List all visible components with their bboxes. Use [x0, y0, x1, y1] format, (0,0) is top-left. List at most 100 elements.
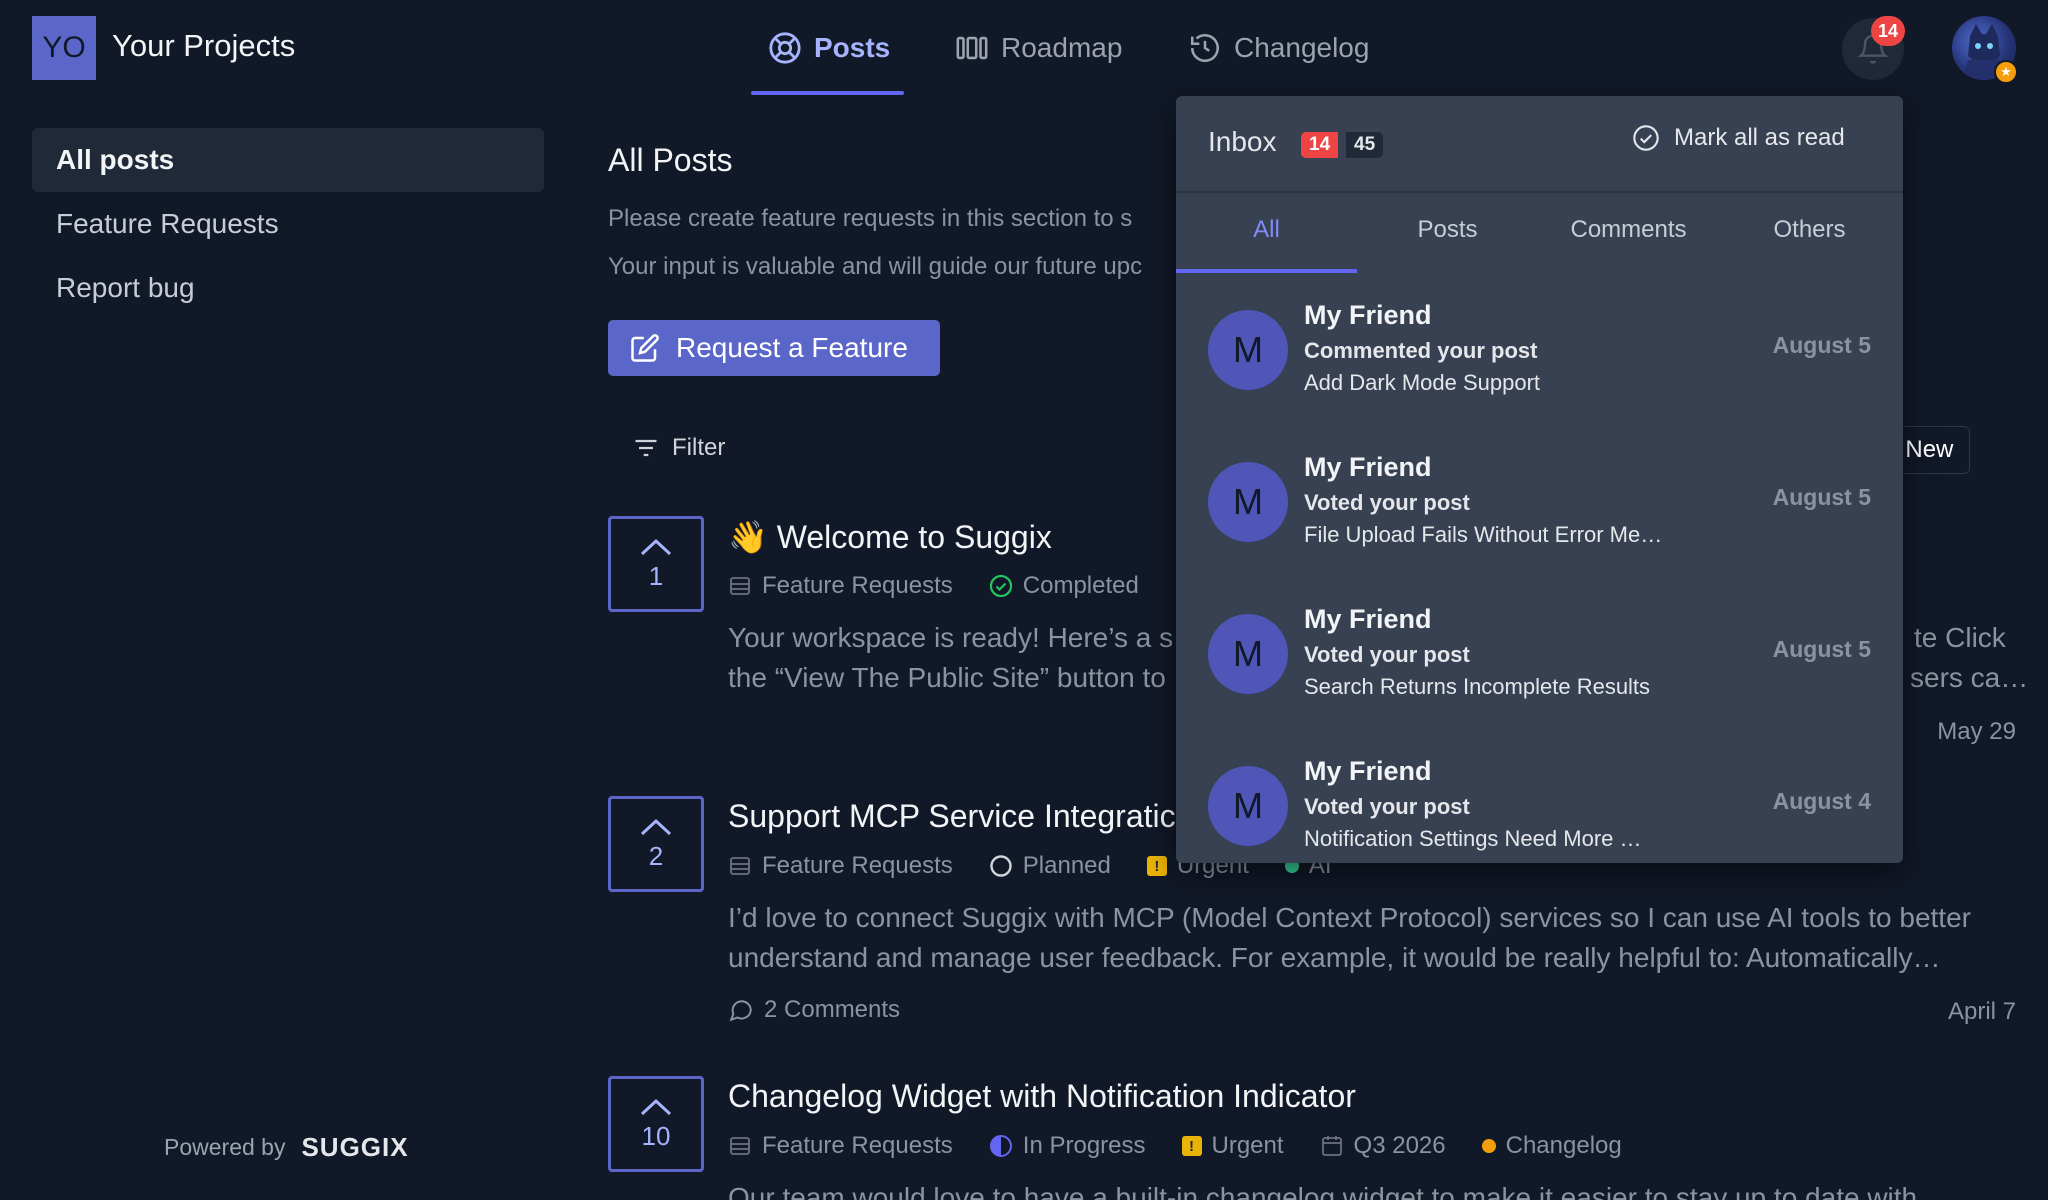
project-logo[interactable]: YO	[32, 16, 96, 80]
post-title[interactable]: Changelog Widget with Notification Indic…	[728, 1078, 1356, 1115]
notification-item[interactable]: M My Friend Commented your post Add Dark…	[1176, 276, 1903, 428]
post-comments[interactable]: 2 Comments	[728, 996, 900, 1024]
notification-author: My Friend	[1304, 756, 1432, 786]
notification-action: Voted your post	[1304, 794, 1470, 819]
post-board[interactable]: Feature Requests	[728, 572, 953, 600]
sidebar-item-report-bug[interactable]: Report bug	[32, 256, 544, 320]
avatar: M	[1208, 310, 1288, 390]
sidebar-item-all-posts[interactable]: All posts	[32, 128, 544, 192]
board-icon	[728, 854, 752, 878]
avatar: M	[1208, 462, 1288, 542]
notification-item[interactable]: M My Friend Voted your post Search Retur…	[1176, 580, 1903, 732]
chevron-up-icon	[639, 1097, 673, 1117]
notification-action: Voted your post	[1304, 642, 1470, 667]
inbox-tab-all[interactable]: All	[1176, 216, 1357, 244]
inbox-tab-indicator	[1176, 269, 1357, 273]
notification-action: Voted your post	[1304, 490, 1470, 515]
tag-label: Changelog	[1505, 1132, 1622, 1159]
notification-post-title: Notification Settings Need More …	[1304, 826, 1642, 851]
avatar: M	[1208, 766, 1288, 846]
calendar-icon	[1320, 1134, 1344, 1158]
request-feature-button[interactable]: Request a Feature	[608, 320, 940, 376]
half-circle-icon	[989, 1134, 1013, 1158]
notification-date: August 5	[1772, 332, 1871, 358]
mark-all-read-button[interactable]: Mark all as read	[1632, 124, 1845, 152]
notification-post-title: Search Returns Incomplete Results	[1304, 674, 1651, 699]
upvote-button[interactable]: 1	[608, 516, 704, 612]
board-icon	[728, 1134, 752, 1158]
nav-tab-posts[interactable]: Posts	[768, 28, 890, 68]
filter-button[interactable]: Filter	[632, 434, 725, 462]
eta-label: Q3 2026	[1353, 1132, 1446, 1159]
notification-post-title: File Upload Fails Without Error Me…	[1304, 522, 1663, 547]
board-label: Feature Requests	[762, 572, 953, 599]
notification-date: August 5	[1772, 484, 1871, 510]
notification-author: My Friend	[1304, 300, 1432, 330]
powered-by[interactable]: Powered by SUGGIX	[164, 1132, 409, 1163]
tag-dot-icon	[1481, 1139, 1496, 1153]
notification-item[interactable]: M My Friend Voted your post Notification…	[1176, 732, 1903, 863]
post-status: Completed	[989, 572, 1139, 600]
urgent-icon: !	[1146, 856, 1167, 876]
notification-author: My Friend	[1304, 452, 1432, 482]
notification-item[interactable]: M My Friend Voted your post File Upload …	[1176, 428, 1903, 580]
notification-action: Commented your post	[1304, 338, 1538, 363]
post-title[interactable]: 👋 Welcome to Suggix	[728, 518, 1052, 556]
edit-icon	[630, 333, 660, 363]
suggix-logo: SUGGIX	[301, 1132, 409, 1162]
total-count-badge: 45	[1346, 132, 1384, 158]
lifebuoy-icon	[768, 31, 802, 65]
status-label: Planned	[1022, 852, 1111, 879]
inbox-tab-comments[interactable]: Comments	[1538, 216, 1719, 244]
star-badge-icon: ★	[1994, 60, 2018, 84]
vote-count: 10	[641, 1120, 671, 1151]
inbox-header: Inbox 14 45 Mark all as read	[1176, 96, 1903, 193]
post-title[interactable]: Support MCP Service Integratic	[728, 798, 1176, 835]
comment-icon	[728, 997, 754, 1023]
comments-label: 2 Comments	[764, 996, 901, 1023]
status-label: Completed	[1022, 572, 1139, 599]
post-board[interactable]: Feature Requests	[728, 1132, 953, 1160]
post-excerpt-line1: I’d love to connect Suggix with MCP (Mod…	[728, 902, 1971, 933]
post-status: In Progress	[989, 1132, 1146, 1160]
post-status: Planned	[989, 852, 1111, 880]
post-tag: Changelog	[1481, 1132, 1622, 1160]
unread-count-badge: 14	[1301, 132, 1339, 158]
upvote-button[interactable]: 2	[608, 796, 704, 892]
filter-label: Filter	[672, 434, 726, 461]
board-label: Feature Requests	[762, 852, 953, 879]
nav-tab-label: Changelog	[1234, 32, 1370, 63]
sidebar-item-feature-requests[interactable]: Feature Requests	[32, 192, 544, 256]
page-description-line1: Please create feature requests in this s…	[608, 205, 1133, 232]
page-description-line2: Your input is valuable and will guide ou…	[608, 253, 1143, 280]
project-title[interactable]: Your Projects	[112, 28, 295, 64]
columns-icon	[955, 31, 989, 65]
notification-author: My Friend	[1304, 604, 1432, 634]
inbox-panel: Inbox 14 45 Mark all as read All Posts C…	[1176, 96, 1903, 863]
check-circle-icon	[1632, 124, 1660, 152]
inbox-tab-posts[interactable]: Posts	[1357, 216, 1538, 244]
post-excerpt-line1: Our team would love to have a built-in c…	[728, 1182, 1918, 1200]
status-label: In Progress	[1022, 1132, 1146, 1159]
nav-tab-changelog[interactable]: Changelog	[1188, 28, 1369, 68]
avatar: M	[1208, 614, 1288, 694]
check-circle-icon	[989, 574, 1013, 598]
notification-date: August 5	[1772, 636, 1871, 662]
post-date: April 7	[1947, 998, 2016, 1025]
post-excerpt-line2-end: sers ca…	[1910, 662, 2029, 693]
mark-all-read-label: Mark all as read	[1674, 124, 1845, 151]
inbox-tab-others[interactable]: Others	[1719, 216, 1900, 244]
post-excerpt-line1-end: te Click	[1914, 622, 2006, 653]
active-tab-indicator	[751, 91, 904, 95]
nav-tab-label: Roadmap	[1001, 32, 1123, 63]
upvote-button[interactable]: 10	[608, 1076, 704, 1172]
post-board[interactable]: Feature Requests	[728, 852, 953, 880]
board-icon	[728, 574, 752, 598]
urgent-icon: !	[1181, 1136, 1202, 1156]
post-excerpt-line2: understand and manage user feedback. For…	[728, 942, 1941, 973]
nav-tab-roadmap[interactable]: Roadmap	[955, 28, 1122, 68]
filter-icon	[632, 434, 660, 462]
post-meta: Feature Requests In Progress ! Urgent Q3…	[728, 1132, 1622, 1160]
powered-by-label: Powered by	[164, 1134, 286, 1160]
post-excerpt-line1: Your workspace is ready! Here’s a s	[728, 622, 1174, 653]
